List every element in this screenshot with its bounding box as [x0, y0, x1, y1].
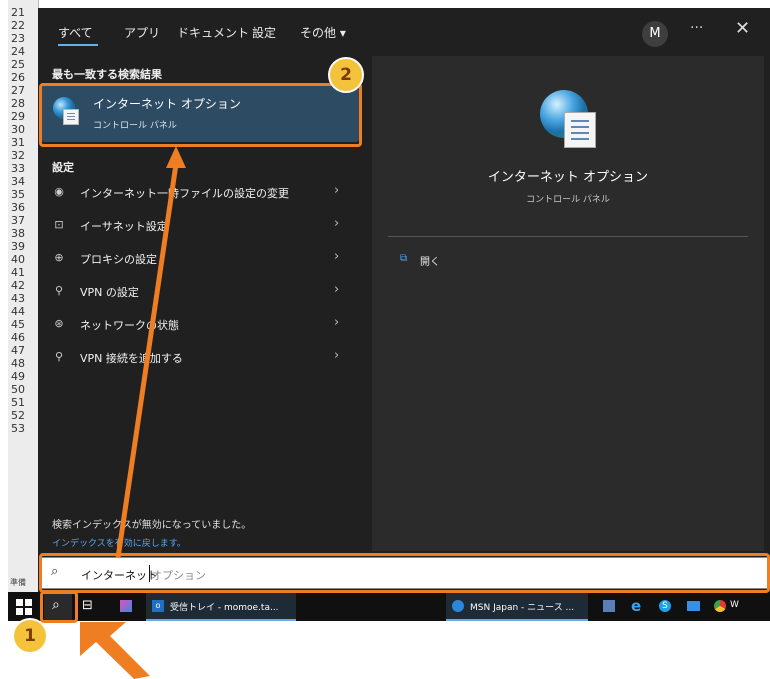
step-badge-2: 2 [328, 57, 364, 93]
arrow-to-result [115, 163, 179, 559]
step-badge-1: 1 [12, 618, 48, 654]
pointer-arrow [80, 622, 150, 679]
arrow-head [166, 146, 186, 168]
annotation-arrows [80, 146, 186, 679]
